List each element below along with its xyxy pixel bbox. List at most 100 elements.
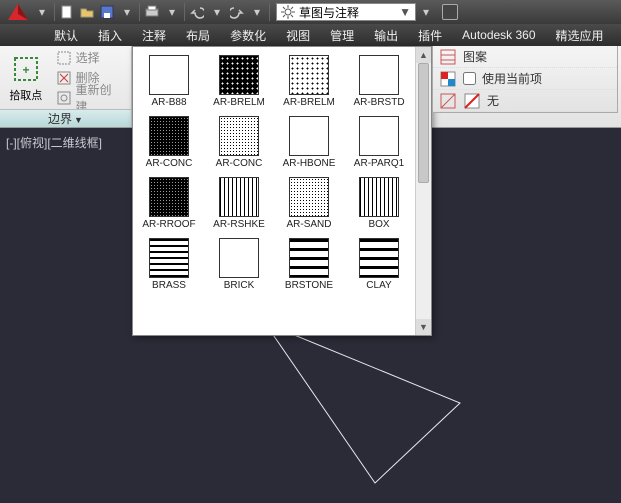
recreate-button[interactable]: 重新创建 [52,89,127,107]
menu-annotate[interactable]: 注释 [132,24,176,47]
pattern-label: AR-HBONE [283,158,336,169]
menu-layout[interactable]: 布局 [176,24,220,47]
ribbon-panel-boundary: + 拾取点 选择 删除 重新创建 边界▼ [0,46,132,127]
prop-usecurrent-label: 使用当前项 [482,70,542,87]
select-label: 选择 [76,49,100,66]
menu-addins[interactable]: 插件 [408,24,452,47]
pattern-ar-b88[interactable]: AR-B88 [135,53,203,110]
pattern-ar-hbone[interactable]: AR-HBONE [275,114,343,171]
pattern-type-icon [439,48,457,66]
pattern-grid: AR-B88 AR-BRELM AR-BRELM AR-BRSTD AR-CONC AR-… [135,53,413,293]
pattern-swatch-icon [149,238,189,278]
none-swatch-icon [463,92,481,110]
scroll-up-icon[interactable]: ▲ [416,47,431,63]
menu-parametric[interactable]: 参数化 [220,24,276,47]
pattern-label: AR-RSHKE [213,219,265,230]
workspace-combo[interactable]: 草图与注释 ▼ [276,3,416,21]
redo-dropdown-icon[interactable]: ▾ [247,2,267,22]
pattern-box[interactable]: BOX [345,175,413,232]
pattern-label: AR-CONC [146,158,193,169]
pattern-swatch-icon [359,238,399,278]
pick-points-label: 拾取点 [9,87,42,103]
pattern-swatch-icon [289,55,329,95]
new-icon[interactable] [57,2,77,22]
search-box[interactable] [442,4,458,20]
app-menu-dropdown-icon[interactable]: ▾ [32,2,52,22]
prop-row-pattern[interactable]: 图案 [433,46,617,68]
hatch-pattern-picker: AR-B88 AR-BRELM AR-BRELM AR-BRSTD AR-CONC AR-… [132,46,432,336]
menu-output[interactable]: 输出 [364,24,408,47]
prop-row-none[interactable]: 无 [433,90,617,112]
undo-dropdown-icon[interactable]: ▾ [207,2,227,22]
pattern-swatch-icon [219,238,259,278]
pattern-label: AR-BRELM [283,97,335,108]
redo-icon[interactable] [227,2,247,22]
pattern-ar-rshke[interactable]: AR-RSHKE [205,175,273,232]
pattern-label: AR-SAND [286,219,331,230]
pick-points-button[interactable]: + 拾取点 [4,49,48,107]
pattern-brstone[interactable]: BRSTONE [275,236,343,293]
plot-icon[interactable] [142,2,162,22]
delete-icon [56,70,72,86]
pattern-ar-sand[interactable]: AR-SAND [275,175,343,232]
chevron-down-icon: ▼ [399,5,411,19]
pattern-ar-parq1[interactable]: AR-PARQ1 [345,114,413,171]
hatch-properties-panel: 图案 使用当前项 无 [432,46,618,113]
pattern-label: AR-BRSTD [353,97,404,108]
separator [269,3,270,21]
separator [139,3,140,21]
separator [54,3,55,21]
prop-row-usecurrent[interactable]: 使用当前项 [433,68,617,90]
prop-pattern-label: 图案 [463,48,487,65]
scroll-down-icon[interactable]: ▼ [416,319,431,335]
pattern-ar-conc[interactable]: AR-CONC [135,114,203,171]
menu-bar: 默认 插入 注释 布局 参数化 视图 管理 输出 插件 Autodesk 360… [0,24,621,46]
pattern-label: AR-BRELM [213,97,265,108]
plot-dropdown-icon[interactable]: ▾ [162,2,182,22]
pattern-ar-brelm[interactable]: AR-BRELM [205,53,273,110]
chevron-down-icon: ▼ [74,115,83,125]
qat-overflow-icon[interactable]: ▾ [416,2,436,22]
pattern-swatch-icon [289,177,329,217]
open-icon[interactable] [77,2,97,22]
pattern-clay[interactable]: CLAY [345,236,413,293]
pattern-ar-rroof[interactable]: AR-RROOF [135,175,203,232]
pattern-swatch-icon [219,55,259,95]
pattern-label: AR-CONC [216,158,263,169]
pattern-scroll-area: AR-B88 AR-BRELM AR-BRELM AR-BRSTD AR-CONC AR-… [133,47,415,335]
use-current-checkbox[interactable] [463,72,476,85]
color-swatch-icon [439,70,457,88]
pattern-swatch-icon [359,116,399,156]
pattern-ar-brstd[interactable]: AR-BRSTD [345,53,413,110]
save-icon[interactable] [97,2,117,22]
pattern-label: BOX [368,219,389,230]
pattern-swatch-icon [359,55,399,95]
pattern-ar-conc[interactable]: AR-CONC [205,114,273,171]
select-icon [56,50,72,66]
pattern-ar-brelm[interactable]: AR-BRELM [275,53,343,110]
pattern-brick[interactable]: BRICK [205,236,273,293]
menu-default[interactable]: 默认 [44,24,88,47]
undo-icon[interactable] [187,2,207,22]
viewport-label[interactable]: [-][俯视][二维线框] [6,134,102,151]
panel-title-boundary[interactable]: 边界▼ [0,109,131,127]
recreate-icon [56,90,72,106]
menu-a360[interactable]: Autodesk 360 [452,25,545,45]
app-logo[interactable] [4,1,32,23]
menu-manage[interactable]: 管理 [320,24,364,47]
select-button[interactable]: 选择 [52,49,127,67]
pattern-label: BRASS [152,280,186,291]
pattern-label: AR-RROOF [142,219,195,230]
separator [184,3,185,21]
pattern-swatch-icon [219,177,259,217]
pattern-label: BRICK [224,280,255,291]
saveas-dropdown-icon[interactable]: ▾ [117,2,137,22]
pattern-brass[interactable]: BRASS [135,236,203,293]
workspace-label: 草图与注释 [299,4,359,21]
prop-none-label: 无 [487,92,499,109]
menu-featured[interactable]: 精选应用 [546,24,614,47]
scrollbar[interactable]: ▲ ▼ [415,47,431,335]
scroll-thumb[interactable] [418,63,429,183]
menu-insert[interactable]: 插入 [88,24,132,47]
menu-view[interactable]: 视图 [276,24,320,47]
